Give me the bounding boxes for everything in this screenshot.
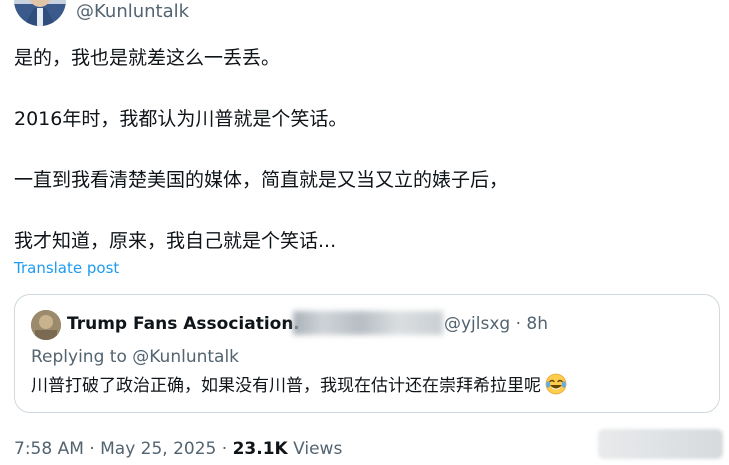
views-label: Views (287, 439, 343, 459)
views-count: 23.1K (232, 439, 288, 459)
quoted-author-handle-time[interactable]: @yjlsxg · 8h (444, 313, 548, 335)
replying-to-mention[interactable]: @Kunluntalk (132, 347, 239, 367)
quoted-tweet-text: 川普打破了政治正确，如果没有川普，我现在估计还在崇拜希拉里呢 (31, 373, 567, 398)
tweet-line: 一直到我看清楚美国的媒体，简直就是又当又立的婊子后， (14, 169, 509, 191)
meta-separator: · (83, 439, 101, 459)
watermark-blur (598, 429, 723, 459)
replying-to-prefix: Replying to (31, 347, 133, 367)
tweet-line: 是的，我也是就差这么一丢丢。 (14, 47, 281, 69)
tweet-detail: @Kunluntalk 是的，我也是就差这么一丢丢。 2016年时，我都认为川普… (0, 0, 729, 465)
replying-to: Replying to @Kunluntalk (31, 346, 239, 368)
tweet-time[interactable]: 7:58 AM (14, 439, 84, 459)
quoted-tweet-card[interactable]: Trump Fans Association. @yjlsxg · 8h Rep… (14, 294, 720, 413)
tweet-meta: 7:58 AM · May 25, 2025 · 23.1K Views (14, 438, 342, 460)
author-avatar[interactable] (14, 0, 66, 26)
quoted-author-name[interactable]: Trump Fans Association. (67, 313, 300, 335)
author-handle[interactable]: @Kunluntalk (76, 1, 189, 23)
quoted-text-content: 川普打破了政治正确，如果没有川普，我现在估计还在崇拜希拉里呢 (31, 376, 541, 396)
face-with-tears-of-joy-icon (545, 373, 567, 395)
tweet-text: 是的，我也是就差这么一丢丢。 2016年时，我都认为川普就是个笑话。 一直到我看… (14, 44, 704, 255)
redacted-blur (293, 311, 443, 335)
tweet-date[interactable]: May 25, 2025 (100, 439, 216, 459)
quoted-author-avatar[interactable] (31, 310, 61, 340)
meta-separator: · (216, 439, 233, 459)
tweet-line: 我才知道，原来，我自己就是个笑话... (14, 230, 337, 252)
tweet-line: 2016年时，我都认为川普就是个笑话。 (14, 108, 348, 130)
translate-post-link[interactable]: Translate post (14, 258, 119, 278)
